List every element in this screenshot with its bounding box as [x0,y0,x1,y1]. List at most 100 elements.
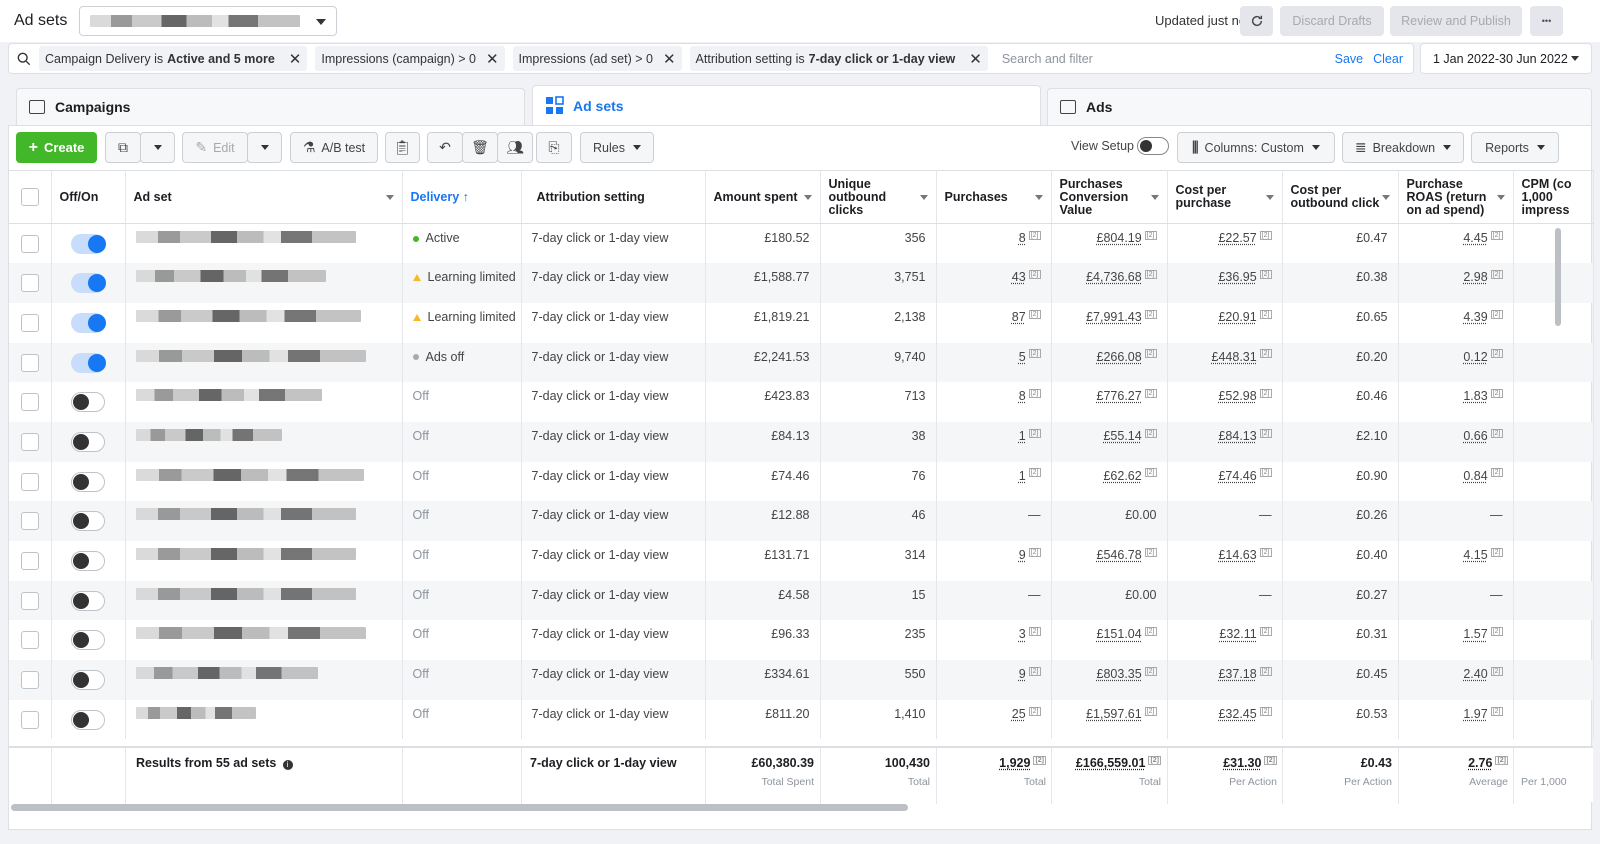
adset-toggle[interactable] [71,273,106,294]
horizontal-scrollbar[interactable] [11,804,908,811]
filter-chip-campaign-delivery[interactable]: Campaign Delivery is Active and 5 more ✕ [39,46,308,71]
redacted-adset-name[interactable] [135,587,356,600]
sort-caret-icon[interactable] [1265,195,1274,200]
table-row[interactable]: Off 7-day click or 1-day view £84.13 38 1 [2]… [9,421,1594,462]
search-filter-input[interactable]: Search and filter [1002,52,1335,66]
columns-button[interactable]: ⫼ Columns: Custom [1177,132,1335,163]
adset-toggle[interactable] [71,312,106,333]
col-adset[interactable]: Ad set [125,170,403,224]
delete-button[interactable]: 🗑︎ [462,132,498,163]
adset-toggle[interactable] [71,630,105,651]
row-select-cell[interactable] [9,382,52,422]
sort-caret-icon[interactable] [1381,195,1390,200]
row-select-cell[interactable] [9,699,52,740]
clipboard-button[interactable]: 📋︎ [385,132,420,163]
redacted-adset-name[interactable] [135,428,282,441]
table-row[interactable]: Ads off 7-day click or 1-day view £2,241.5… [9,342,1594,383]
vertical-scrollbar[interactable] [1555,228,1561,326]
row-checkbox[interactable] [20,710,39,729]
adset-toggle[interactable] [71,511,105,532]
row-toggle-cell[interactable] [51,342,126,383]
refresh-button[interactable] [1240,6,1273,36]
row-select-cell[interactable] [9,461,52,502]
row-toggle-cell[interactable] [51,302,126,343]
row-toggle-cell[interactable] [51,223,126,264]
col-unique-outbound-clicks[interactable]: Unique outbound clicks [820,170,937,224]
redacted-adset-name[interactable] [135,468,364,481]
redacted-adset-name[interactable] [135,548,356,560]
col-cpm[interactable]: CPM (co 1,000 impress [1513,170,1594,224]
adset-name-cell[interactable] [125,580,403,621]
create-button[interactable]: + Create [16,132,97,163]
tab-adsets[interactable]: Ad sets [532,85,1041,125]
filter-chip-impressions-adset[interactable]: Impressions (ad set) > 0 ✕ [512,46,682,71]
row-toggle-cell[interactable] [51,263,126,303]
view-setup-toggle[interactable] [1137,137,1169,155]
table-row[interactable]: Learning limited 7-day click or 1-day vie… [9,302,1594,343]
adset-name-cell[interactable] [125,223,403,264]
col-conversion-value[interactable]: Purchases Conversion Value [1051,170,1168,224]
row-checkbox[interactable] [20,353,39,372]
table-row[interactable]: Learning limited 7-day click or 1-day vie… [9,263,1594,303]
sort-caret-icon[interactable] [803,195,812,200]
col-purchases[interactable]: Purchases [936,170,1052,224]
row-toggle-cell[interactable] [51,461,126,502]
filter-chip-impressions-campaign[interactable]: Impressions (campaign) > 0 ✕ [315,46,505,71]
adset-toggle[interactable] [71,431,105,452]
redacted-adset-name[interactable] [135,270,326,283]
row-select-cell[interactable] [9,660,52,700]
redacted-adset-name[interactable] [135,349,366,362]
ab-test-button[interactable]: ⚗ A/B test [290,132,378,163]
adset-toggle[interactable] [71,551,105,571]
select-all-header[interactable] [9,170,52,224]
rules-button[interactable]: Rules [580,132,654,163]
row-toggle-cell[interactable] [51,421,126,462]
adset-toggle[interactable] [71,590,105,611]
col-amount-spent[interactable]: Amount spent [705,170,821,224]
table-row[interactable]: Off 7-day click or 1-day view £12.88 46— £0.… [9,501,1594,541]
col-purchase-roas[interactable]: Purchase ROAS (return on ad spend) [1398,170,1514,224]
select-all-checkbox[interactable] [20,188,39,206]
table-row[interactable]: Active 7-day click or 1-day view £180.52 35… [9,223,1594,264]
adset-name-cell[interactable] [125,302,403,343]
row-checkbox[interactable] [20,631,39,650]
sort-caret-icon[interactable] [1496,195,1505,200]
redacted-adset-name[interactable] [135,706,256,719]
breakdown-button[interactable]: ≣ Breakdown [1342,132,1464,163]
close-icon[interactable]: ✕ [969,50,982,68]
discard-drafts-button[interactable]: Discard Drafts [1280,6,1384,36]
row-toggle-cell[interactable] [51,580,126,621]
row-checkbox[interactable] [20,472,39,491]
row-select-cell[interactable] [9,421,52,462]
sort-caret-icon[interactable] [1150,195,1159,200]
row-select-cell[interactable] [9,541,52,581]
col-attribution[interactable]: Attribution setting [521,170,706,224]
redacted-adset-name[interactable] [135,389,322,402]
duplicate-button[interactable]: ⧉ [105,132,141,163]
adset-toggle[interactable] [71,471,105,492]
tab-ads[interactable]: Ads [1047,88,1592,125]
adset-toggle[interactable] [71,234,106,254]
account-select[interactable] [79,6,338,36]
adset-toggle[interactable] [71,670,105,691]
tab-campaigns[interactable]: Campaigns [16,88,525,125]
row-checkbox[interactable] [20,432,39,451]
date-range-picker[interactable]: 1 Jan 2022-30 Jun 2022 [1420,43,1592,74]
table-row[interactable]: Off 7-day click or 1-day view £4.58 15— £0.0… [9,580,1594,621]
adset-name-cell[interactable] [125,461,403,502]
row-toggle-cell[interactable] [51,620,126,661]
row-checkbox[interactable] [20,393,39,412]
duplicate-dropdown[interactable] [140,132,175,163]
review-publish-button[interactable]: Review and Publish [1390,6,1522,36]
col-delivery[interactable]: Delivery ↑ [402,170,522,224]
row-checkbox[interactable] [20,512,39,531]
row-checkbox[interactable] [20,313,39,332]
sort-caret-icon[interactable] [385,195,394,200]
table-row[interactable]: Off 7-day click or 1-day view £96.33 235 3 [2… [9,620,1594,661]
edit-button[interactable]: ✎ Edit [182,132,248,163]
more-options-button[interactable]: ••• [1530,6,1563,36]
redacted-adset-name[interactable] [135,667,318,680]
sort-caret-icon[interactable] [1034,195,1043,200]
adset-name-cell[interactable] [125,421,403,462]
row-checkbox[interactable] [20,591,39,610]
